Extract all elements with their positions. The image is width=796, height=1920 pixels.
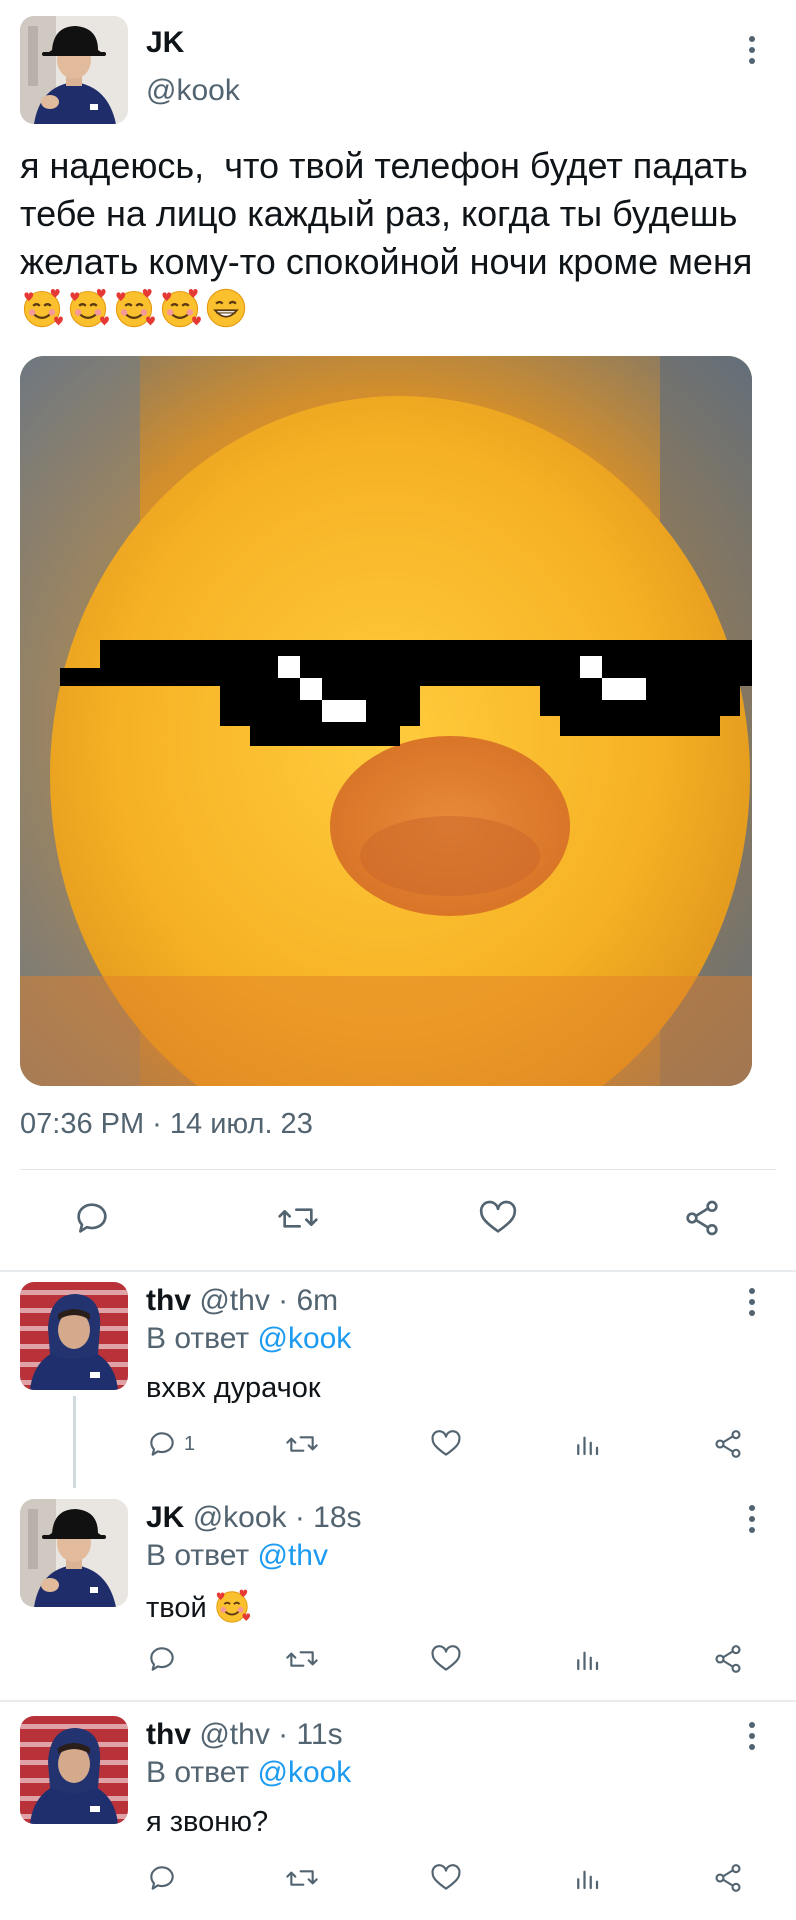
retweet-icon [286, 1436, 318, 1452]
more-options-icon[interactable] [742, 1716, 762, 1756]
more-options-icon[interactable] [742, 30, 762, 70]
like-icon [431, 1864, 461, 1890]
reply-header: thv @thv · 6m [146, 1284, 338, 1318]
thv-avatar-image [20, 1716, 128, 1824]
thv-avatar-image [20, 1282, 128, 1390]
replying-to: В ответ @kook [146, 1322, 351, 1356]
reply-text: я звоню? [146, 1806, 269, 1838]
retweet-button[interactable] [284, 1862, 320, 1894]
reply-prefix: В ответ [146, 1539, 258, 1572]
retweet-icon [278, 1208, 318, 1228]
reply-button[interactable] [146, 1643, 178, 1675]
share-button[interactable] [712, 1643, 744, 1675]
author-name[interactable]: JK [146, 1501, 184, 1534]
like-icon [431, 1430, 461, 1456]
more-options-icon[interactable] [742, 1282, 762, 1322]
reply-icon [150, 1647, 174, 1671]
main-tweet: JK @kook я надеюсь, что твой телефон буд… [0, 0, 796, 1270]
tweet-text: я надеюсь, что твой телефон будет падать… [20, 142, 780, 334]
smiling-face-with-hearts-icon [112, 286, 156, 330]
mention-link[interactable]: @kook [257, 1322, 351, 1355]
reply-icon [77, 1203, 107, 1233]
reply-text: твой [146, 1587, 253, 1625]
jk-avatar-image [20, 16, 128, 124]
reply-text: вхвх дурачок [146, 1372, 321, 1404]
reply-button[interactable] [72, 1198, 112, 1238]
share-icon [715, 1864, 741, 1892]
duck-with-sunglasses-image [20, 356, 752, 1086]
retweet-button[interactable] [276, 1198, 320, 1238]
thread-line [73, 1396, 76, 1488]
views-icon [577, 1436, 599, 1456]
views-button[interactable] [572, 1643, 602, 1675]
retweet-icon [286, 1651, 318, 1667]
share-button[interactable] [682, 1198, 722, 1238]
reply-button[interactable] [146, 1862, 178, 1894]
avatar[interactable] [20, 1282, 128, 1390]
jk-avatar-image [20, 1499, 128, 1607]
mention-link[interactable]: @thv [257, 1539, 327, 1572]
like-button[interactable] [478, 1198, 518, 1238]
grinning-face-with-smiling-eyes-icon [204, 286, 248, 330]
author-handle[interactable]: @kook [146, 74, 240, 108]
avatar[interactable] [20, 1499, 128, 1607]
share-icon [686, 1200, 718, 1236]
views-icon [577, 1651, 599, 1671]
replying-to: В ответ @kook [146, 1756, 351, 1790]
reply-prefix: В ответ [146, 1322, 258, 1355]
avatar[interactable] [20, 16, 128, 124]
views-button[interactable] [572, 1862, 602, 1894]
reply-body: твой [146, 1592, 207, 1624]
avatar[interactable] [20, 1716, 128, 1824]
share-button[interactable] [712, 1428, 744, 1460]
views-button[interactable] [572, 1428, 602, 1460]
emoji-row [20, 289, 250, 330]
tweet-media-image[interactable] [20, 356, 752, 1086]
author-name[interactable]: JK [146, 26, 184, 60]
reply-count: 1 [184, 1432, 196, 1455]
reply-button[interactable]: 1 [146, 1428, 195, 1460]
retweet-button[interactable] [284, 1428, 320, 1460]
reply-icon [150, 1432, 174, 1456]
divider [20, 1169, 776, 1170]
views-icon [577, 1870, 599, 1890]
smiling-face-with-hearts-icon [158, 286, 202, 330]
author-meta: @kook · 18s [192, 1501, 362, 1534]
like-button[interactable] [430, 1428, 462, 1460]
reply-tweet[interactable]: JK @kook · 18s В ответ @thv твой [0, 1489, 796, 1699]
share-button[interactable] [712, 1862, 744, 1894]
smiling-face-with-hearts-icon [213, 1587, 251, 1625]
more-options-icon[interactable] [742, 1499, 762, 1539]
like-icon [431, 1645, 461, 1671]
share-icon [715, 1430, 741, 1458]
replying-to: В ответ @thv [146, 1539, 328, 1573]
tweet-actions [0, 1190, 796, 1250]
reply-prefix: В ответ [146, 1756, 258, 1789]
retweet-icon [286, 1870, 318, 1886]
tweet-timestamp[interactable]: 07:36 PM · 14 июл. 23 [20, 1108, 313, 1141]
like-button[interactable] [430, 1862, 462, 1894]
share-icon [715, 1645, 741, 1673]
retweet-button[interactable] [284, 1643, 320, 1675]
smiling-face-with-hearts-icon [20, 286, 64, 330]
mention-link[interactable]: @kook [257, 1756, 351, 1789]
author-meta: @thv · 6m [199, 1284, 339, 1317]
author-name[interactable]: thv [146, 1284, 191, 1317]
reply-tweet[interactable]: thv @thv · 11s В ответ @kook я звоню? [0, 1702, 796, 1920]
smiling-face-with-hearts-icon [66, 286, 110, 330]
reply-header: thv @thv · 11s [146, 1718, 343, 1752]
like-button[interactable] [430, 1643, 462, 1675]
reply-header: JK @kook · 18s [146, 1501, 362, 1535]
author-name[interactable]: thv [146, 1718, 191, 1751]
reply-icon [150, 1866, 174, 1890]
reply-tweet[interactable]: thv @thv · 6m В ответ @kook вхвх дурачок… [0, 1272, 796, 1488]
tweet-body: я надеюсь, что твой телефон будет падать… [20, 145, 758, 282]
like-icon [479, 1200, 517, 1233]
author-meta: @thv · 11s [199, 1718, 343, 1751]
